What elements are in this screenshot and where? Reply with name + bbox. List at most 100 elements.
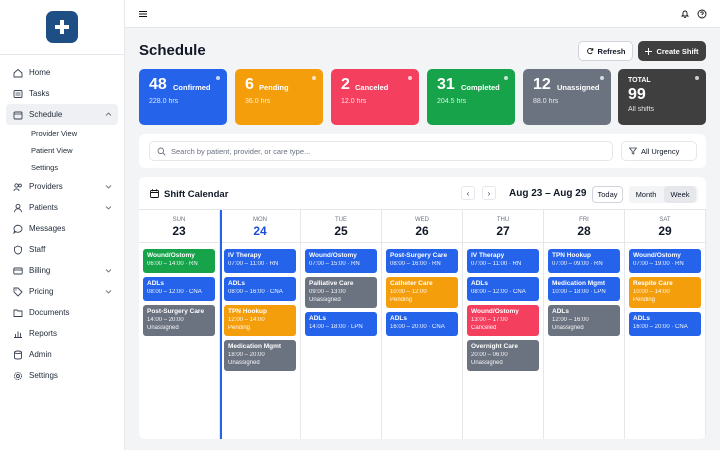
shift-status: Canceled (471, 325, 497, 331)
shift-status: Pending (390, 297, 413, 303)
next-week-button[interactable]: › (482, 186, 496, 200)
shift-time: 08:00 – 12:00 · CNA (147, 289, 202, 295)
shift-card[interactable]: ADLs 16:00 – 20:00 · CNA (629, 312, 701, 336)
status-dot (312, 76, 316, 80)
stat-hours: 36.0 hrs (245, 98, 271, 105)
tag-icon (13, 287, 23, 297)
shift-title: ADLs (471, 280, 488, 287)
shift-card[interactable]: Medication Mgmt 18:00 – 20:00 Unassigned (224, 340, 296, 371)
shift-title: Wound/Ostomy (471, 308, 519, 315)
sidebar-item-label: Home (29, 68, 51, 77)
shift-time: 08:00 – 12:00 · CNA (471, 289, 526, 295)
day-header[interactable]: SAT 29 (625, 210, 706, 243)
today-button[interactable]: Today (592, 186, 623, 203)
shift-time: 07:00 – 11:00 · RN (228, 261, 279, 267)
shift-card[interactable]: ADLs 12:00 – 16:00 Unassigned (548, 305, 620, 336)
shift-card[interactable]: IV Therapy 07:00 – 11:00 · RN (467, 249, 539, 273)
shift-card[interactable]: Respite Care 10:00 – 14:00 Pending (629, 277, 701, 308)
stat-card-completed[interactable]: 31 Completed 204.5 hrs (427, 69, 515, 125)
sidebar-subitem-settings[interactable]: Settings (31, 159, 124, 176)
stat-card-unassigned[interactable]: 12 Unassigned 88.0 hrs (523, 69, 611, 125)
stat-card-pending[interactable]: 6 Pending 36.0 hrs (235, 69, 323, 125)
sidebar-item-messages[interactable]: Messages (6, 218, 118, 239)
card-icon (13, 266, 23, 276)
day-header[interactable]: MON 24 (220, 210, 301, 243)
shift-card[interactable]: Medication Mgmt 10:00 – 18:00 · LPN (548, 277, 620, 301)
sidebar-item-patients[interactable]: Patients (6, 197, 118, 218)
sidebar-item-settings[interactable]: Settings (6, 365, 118, 386)
shift-card[interactable]: ADLs 08:00 – 12:00 · CNA (467, 277, 539, 301)
sidebar-item-schedule[interactable]: Schedule (6, 104, 118, 125)
users-icon (13, 182, 23, 192)
chevron-up-icon[interactable] (105, 111, 112, 118)
sidebar-subitem-patient-view[interactable]: Patient View (31, 142, 124, 159)
sidebar-subitem-provider-view[interactable]: Provider View (31, 125, 124, 142)
shift-title: IV Therapy (228, 252, 262, 259)
day-header[interactable]: WED 26 (382, 210, 463, 243)
stat-card-confirmed[interactable]: 48 Confirmed 228.0 hrs (139, 69, 227, 125)
day-header[interactable]: FRI 28 (544, 210, 625, 243)
shift-card[interactable]: Palliative Care 09:00 – 13:00 Unassigned (305, 277, 377, 308)
shift-card[interactable]: Wound/Ostomy 07:00 – 15:00 · RN (305, 249, 377, 273)
day-header[interactable]: TUE 25 (301, 210, 382, 243)
shift-card[interactable]: Overnight Care 20:00 – 06:00 Unassigned (467, 340, 539, 371)
stat-label: Canceled (355, 83, 389, 92)
sidebar-item-admin[interactable]: Admin (6, 344, 118, 365)
search-input[interactable]: Search by patient, provider, or care typ… (149, 141, 613, 161)
day-header[interactable]: SUN 23 (139, 210, 220, 243)
shift-card[interactable]: Wound/Ostomy 06:00 – 14:00 · RN (143, 249, 215, 273)
shift-card[interactable]: ADLs 16:00 – 20:00 · CNA (386, 312, 458, 336)
help-icon[interactable] (697, 9, 707, 19)
shift-time: 14:00 – 20:00 (147, 317, 184, 323)
sidebar-item-home[interactable]: Home (6, 62, 118, 83)
sidebar-item-reports[interactable]: Reports (6, 323, 118, 344)
sidebar-item-billing[interactable]: Billing (6, 260, 118, 281)
sidebar-item-label: Patients (29, 203, 58, 212)
day-date: 28 (577, 224, 591, 238)
week-view-button[interactable]: Week (664, 186, 696, 203)
sidebar-item-pricing[interactable]: Pricing (6, 281, 118, 302)
stat-number: 12 (533, 76, 551, 93)
chevron-down-icon[interactable] (105, 267, 112, 274)
sidebar-item-tasks[interactable]: Tasks (6, 83, 118, 104)
day-name: TUE (335, 217, 347, 223)
day-column: IV Therapy 07:00 – 11:00 · RN ADLs 08:00 – … (220, 243, 301, 439)
create-shift-button[interactable]: Create Shift (638, 41, 706, 61)
shift-card[interactable]: IV Therapy 07:00 – 11:00 · RN (224, 249, 296, 273)
shift-card[interactable]: Post-Surgery Care 14:00 – 20:00 Unassigned (143, 305, 215, 336)
shift-card[interactable]: ADLs 08:00 – 16:00 · CNA (224, 277, 296, 301)
urgency-select[interactable]: All Urgency (621, 141, 697, 161)
sidebar-item-providers[interactable]: Providers (6, 176, 118, 197)
shift-card[interactable]: TPN Hookup 07:00 – 09:00 · RN (548, 249, 620, 273)
shift-card[interactable]: Wound/Ostomy 07:00 – 19:00 · RN (629, 249, 701, 273)
date-range: Aug 23 – Aug 29 (509, 188, 587, 199)
stat-card-canceled[interactable]: 2 Canceled 12.0 hrs (331, 69, 419, 125)
shift-card[interactable]: Catheter Care 10:00 – 12:00 Pending (386, 277, 458, 308)
shift-card[interactable]: Post-Surgery Care 08:00 – 16:00 · RN (386, 249, 458, 273)
status-dot (600, 76, 604, 80)
day-header[interactable]: THU 27 (463, 210, 544, 243)
stat-label: Confirmed (173, 83, 211, 92)
calendar-icon (150, 189, 159, 198)
plus-cross-logo[interactable] (46, 11, 78, 43)
stat-card-total[interactable]: TOTAL 99 All shifts (618, 69, 706, 125)
shift-card[interactable]: ADLs 14:00 – 18:00 · LPN (305, 312, 377, 336)
shift-card[interactable]: TPN Hookup 12:00 – 14:00 Pending (224, 305, 296, 336)
sidebar-item-documents[interactable]: Documents (6, 302, 118, 323)
chevron-down-icon[interactable] (105, 288, 112, 295)
calendar-header: Shift Calendar ‹ › Aug 23 – Aug 29 Today… (139, 177, 706, 210)
sidebar-item-label: Providers (29, 182, 63, 191)
prev-week-button[interactable]: ‹ (461, 186, 475, 200)
chevron-down-icon[interactable] (105, 183, 112, 190)
bell-icon[interactable] (680, 9, 690, 19)
chevron-down-icon[interactable] (105, 204, 112, 211)
menu-icon[interactable] (139, 10, 147, 18)
month-view-button[interactable]: Month (631, 186, 661, 203)
shift-time: 10:00 – 12:00 (390, 289, 427, 295)
message-icon (13, 224, 23, 234)
shift-title: TPN Hookup (228, 308, 267, 315)
shift-card[interactable]: ADLs 08:00 – 12:00 · CNA (143, 277, 215, 301)
sidebar-item-staff[interactable]: Staff (6, 239, 118, 260)
shift-card[interactable]: Wound/Ostomy 13:00 – 17:00 Canceled (467, 305, 539, 336)
refresh-button[interactable]: Refresh (578, 41, 633, 61)
